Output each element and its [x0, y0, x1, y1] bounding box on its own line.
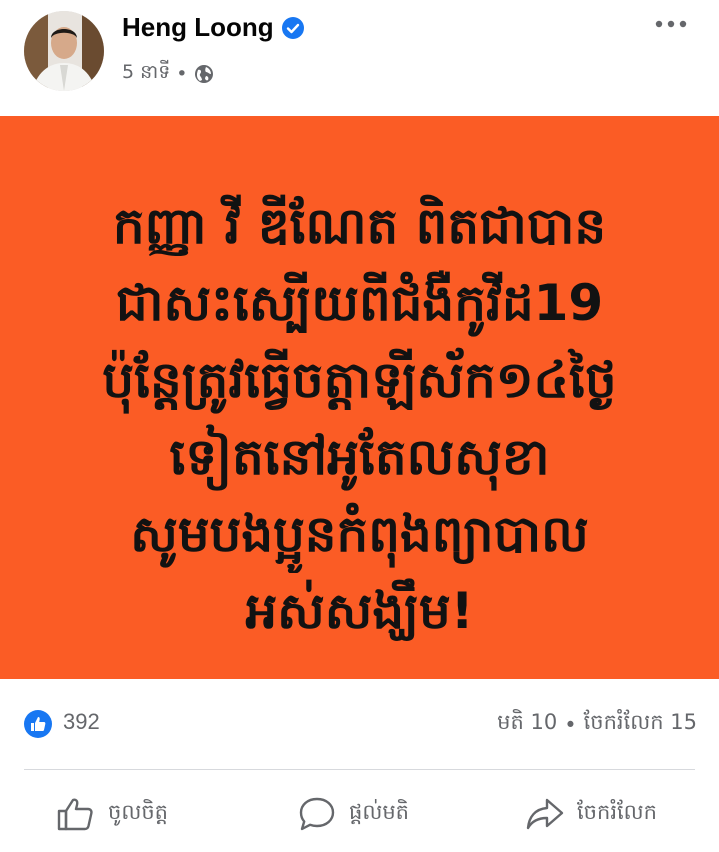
post-header: Heng Loong 5 នាទី •	[0, 0, 719, 116]
share-arrow-icon	[526, 798, 564, 830]
banner-line-4: ទៀតនៅអូតែលសុខា	[169, 428, 550, 486]
author-name[interactable]: Heng Loong	[122, 12, 274, 43]
avatar[interactable]	[24, 11, 104, 91]
banner-line-6: អស់សង្ឃឹម!	[245, 582, 474, 640]
like-count[interactable]: 392	[63, 709, 100, 735]
comment-button[interactable]: ផ្ដល់មតិ	[297, 796, 409, 832]
comment-count[interactable]: មតិ 10	[497, 709, 557, 740]
banner-line-2: ជាសះស្បើយពីជំងឺកូវីដ19	[115, 274, 604, 332]
banner-line-1: កញ្ញា វី ឌីណែត ពិតជាបាន	[112, 197, 607, 255]
more-options-icon[interactable]	[653, 14, 689, 34]
post-stats: មតិ 10 • ចែករំលែក 15	[497, 709, 697, 740]
verified-badge-icon	[281, 16, 304, 39]
share-button[interactable]: ចែករំលែក	[525, 796, 657, 832]
comment-button-label: ផ្ដល់មតិ	[349, 799, 409, 824]
profile-photo	[24, 11, 104, 91]
banner-text: កញ្ញា វី ឌីណែត ពិតជាបាន ជាសះស្បើយពីជំងឺក…	[0, 188, 719, 650]
like-reaction-icon[interactable]	[24, 710, 52, 738]
stats-separator: •	[564, 712, 577, 737]
divider	[24, 769, 695, 770]
globe-icon	[194, 65, 213, 83]
action-bar: ចូលចិត្ត ផ្ដល់មតិ ចែករំលែក	[0, 780, 719, 852]
share-button-label: ចែករំលែក	[577, 799, 657, 824]
banner-line-3: ប៉ុន្តែត្រូវធ្វើចត្តាឡីស័ក១៤ថ្ងៃ	[102, 351, 617, 409]
post-image-banner[interactable]: កញ្ញា វី ឌីណែត ពិតជាបាន ជាសះស្បើយពីជំងឺក…	[0, 116, 719, 679]
post-meta: 5 នាទី •	[122, 60, 214, 88]
thumbs-up-icon	[57, 798, 93, 831]
meta-separator: •	[176, 63, 188, 85]
post-time[interactable]: 5 នាទី	[122, 60, 170, 88]
like-button-label: ចូលចិត្ត	[108, 799, 168, 824]
share-count[interactable]: ចែករំលែក 15	[584, 709, 697, 740]
reactions-bar: 392 មតិ 10 • ចែករំលែក 15	[0, 694, 719, 754]
comment-icon	[299, 797, 335, 831]
banner-line-5: សូមបងប្អូនកំពុងព្យាបាល	[130, 505, 589, 563]
like-button[interactable]: ចូលចិត្ត	[56, 796, 168, 832]
